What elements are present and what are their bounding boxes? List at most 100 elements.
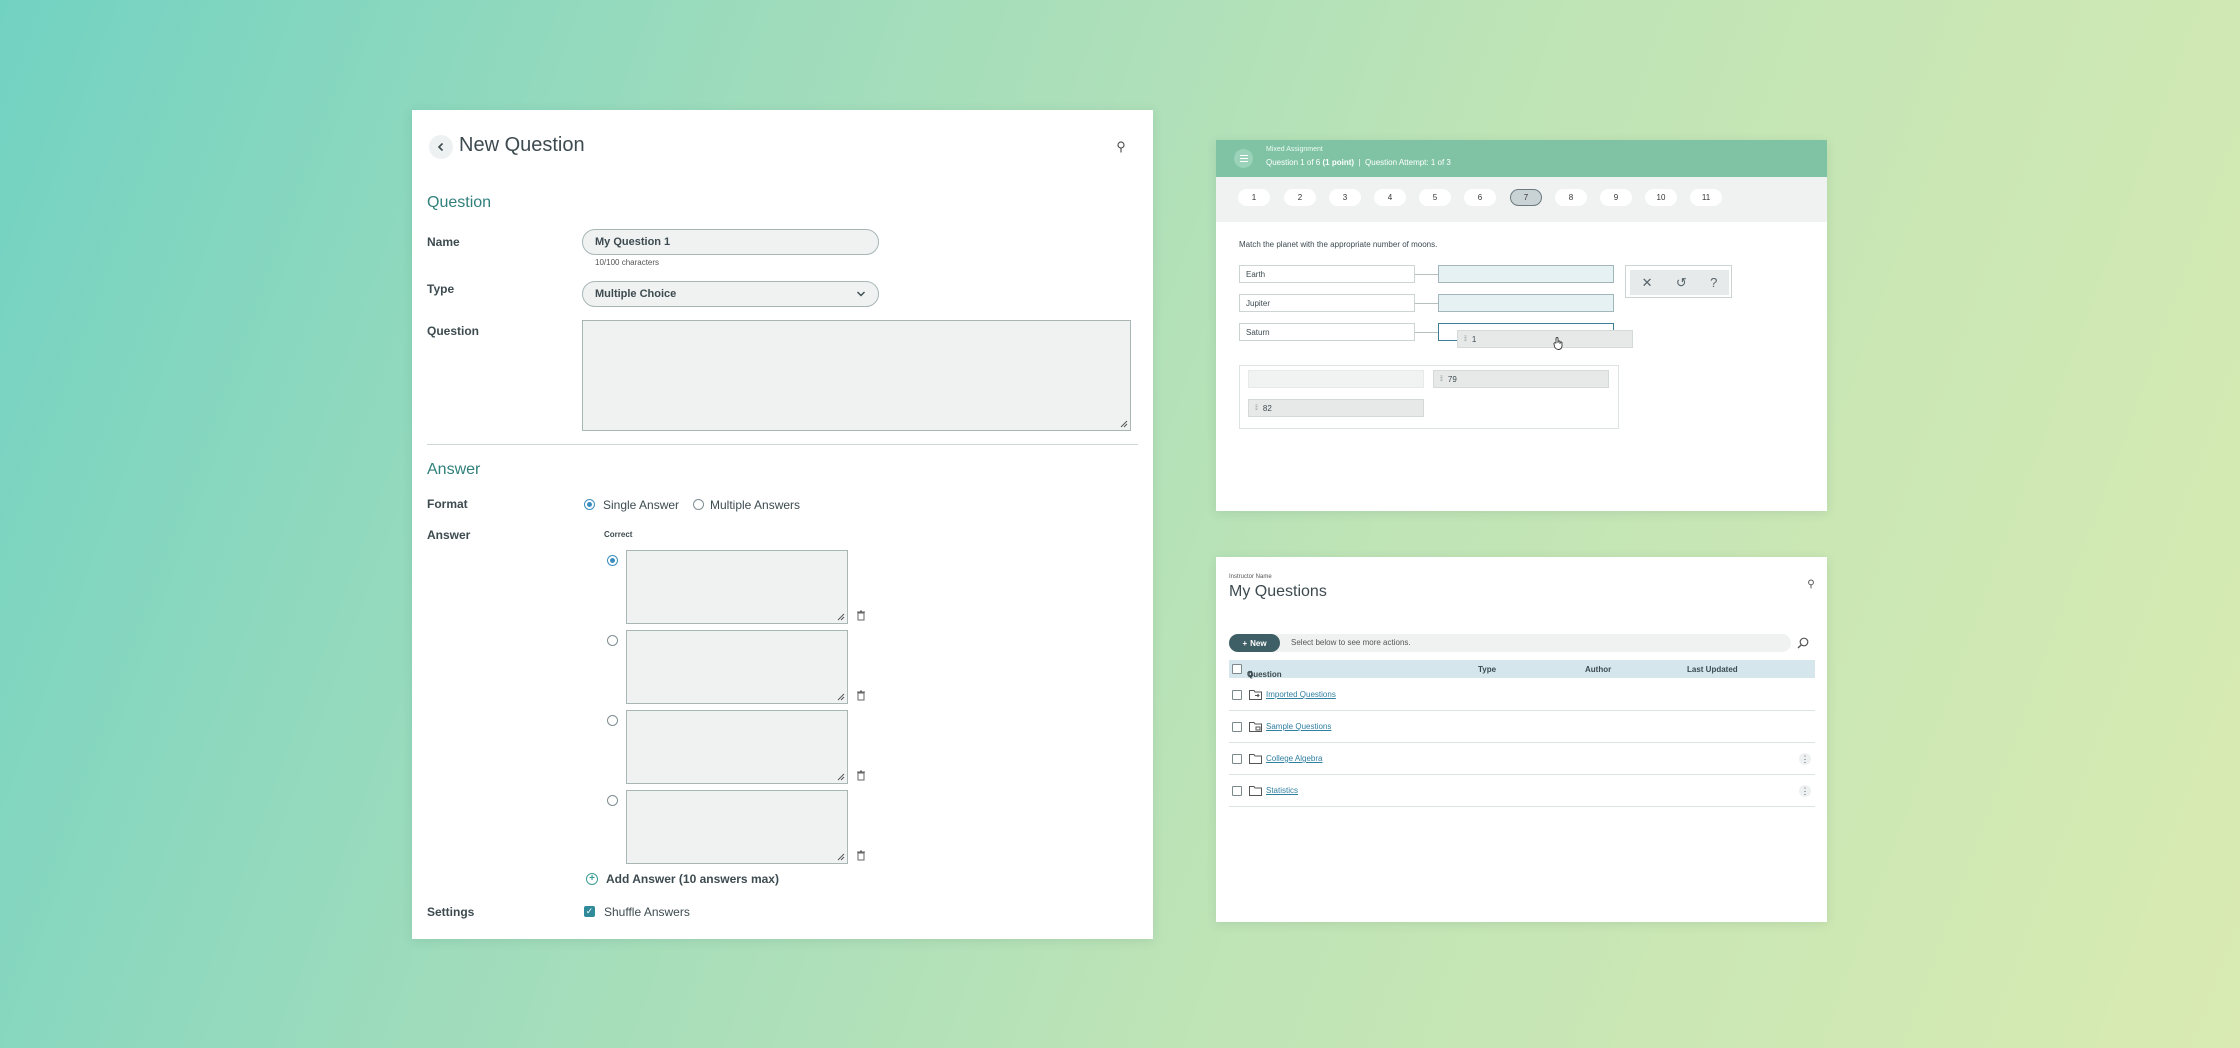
toolbox-inner: ✕ ↺ ?	[1630, 270, 1729, 295]
settings-label: Settings	[427, 905, 475, 919]
pin-icon	[1117, 141, 1125, 153]
row-link[interactable]: Imported Questions	[1266, 690, 1336, 699]
my-questions-panel: Instructor Name My Questions + New Selec…	[1216, 557, 1827, 922]
assignment-subtitle: Question 1 of 6 (1 point) | Question Att…	[1266, 158, 1451, 167]
question-pill[interactable]: 8	[1555, 189, 1587, 206]
question-pill[interactable]: 11	[1690, 189, 1722, 206]
resize-handle-icon[interactable]	[1120, 420, 1128, 428]
row-checkbox[interactable]	[1232, 786, 1242, 796]
row-checkbox[interactable]	[1232, 690, 1242, 700]
row-menu-button[interactable]: ⋮	[1799, 753, 1811, 765]
assignment-header: Mixed Assignment Question 1 of 6 (1 poin…	[1216, 140, 1827, 177]
actions-hint: Select below to see more actions.	[1291, 638, 1411, 647]
name-input[interactable]: My Question 1	[582, 229, 879, 255]
dragging-answer-chip[interactable]: ⁞⁞ 1	[1457, 330, 1633, 348]
format-single-radio[interactable]	[584, 499, 595, 510]
row-checkbox[interactable]	[1232, 722, 1242, 732]
answer-chip[interactable]: ⁞⁞ 82	[1248, 399, 1424, 417]
row-link[interactable]: Statistics	[1266, 786, 1298, 795]
hand-cursor-icon	[1553, 337, 1563, 350]
drag-handle-icon: ⁞⁞	[1464, 335, 1467, 343]
table-row[interactable]: Statistics ⋮	[1229, 775, 1815, 807]
row-checkbox[interactable]	[1232, 754, 1242, 764]
correct-column-label: Correct	[604, 530, 633, 539]
table-row[interactable]: College Algebra ⋮	[1229, 743, 1815, 775]
answer-correct-radio[interactable]	[607, 635, 618, 646]
new-button[interactable]: + New	[1229, 634, 1280, 652]
close-icon[interactable]: ✕	[1642, 275, 1653, 291]
question-pill[interactable]: 9	[1600, 189, 1632, 206]
answer-section-title: Answer	[427, 461, 481, 478]
page-title: My Questions	[1229, 583, 1327, 600]
question-pill[interactable]: 1	[1238, 189, 1270, 206]
pin-button[interactable]	[1114, 140, 1128, 154]
new-question-panel: New Question Question Name My Question 1…	[412, 110, 1153, 939]
menu-icon-line	[1239, 155, 1248, 156]
type-select[interactable]: Multiple Choice	[582, 281, 879, 307]
type-label: Type	[427, 282, 455, 296]
planet-label: Saturn	[1239, 323, 1415, 341]
question-pill[interactable]: 10	[1645, 189, 1677, 206]
folder-import-icon	[1249, 690, 1262, 700]
select-all-checkbox[interactable]	[1232, 664, 1242, 674]
answer-textarea[interactable]	[626, 710, 848, 784]
trash-icon[interactable]	[856, 770, 866, 781]
question-pill-current[interactable]: 7	[1510, 189, 1542, 206]
trash-icon[interactable]	[856, 850, 866, 861]
answer-textarea[interactable]	[626, 790, 848, 864]
menu-button[interactable]	[1234, 149, 1253, 168]
connector-line	[1415, 274, 1438, 275]
search-icon[interactable]	[1797, 637, 1809, 649]
row-link[interactable]: Sample Questions	[1266, 722, 1331, 731]
resize-handle-icon[interactable]	[837, 853, 845, 861]
answer-textarea[interactable]	[626, 630, 848, 704]
row-menu-button[interactable]: ⋮	[1799, 785, 1811, 797]
shuffle-checkbox[interactable]: ✓	[584, 906, 595, 917]
question-prompt: Match the planet with the appropriate nu…	[1239, 240, 1438, 249]
menu-icon-line	[1239, 158, 1248, 159]
back-button[interactable]	[429, 135, 453, 159]
drop-target[interactable]	[1438, 265, 1614, 283]
answer-correct-radio[interactable]	[607, 715, 618, 726]
instructor-name: Instructor Name	[1229, 574, 1272, 580]
format-multiple-radio[interactable]	[693, 499, 704, 510]
drop-target[interactable]	[1438, 294, 1614, 312]
question-pill[interactable]: 3	[1329, 189, 1361, 206]
answer-textarea[interactable]	[626, 550, 848, 624]
folder-lock-icon	[1249, 722, 1262, 732]
question-textarea[interactable]	[582, 320, 1131, 431]
chip-value: 82	[1262, 403, 1272, 413]
answer-correct-radio[interactable]	[607, 555, 618, 566]
pin-icon	[1808, 579, 1814, 589]
question-pill[interactable]: 5	[1419, 189, 1451, 206]
column-header-type[interactable]: Type	[1478, 665, 1496, 674]
help-icon[interactable]: ?	[1710, 275, 1717, 290]
chevron-left-icon	[437, 142, 444, 152]
add-answer-label: Add Answer (10 answers max)	[606, 872, 779, 886]
undo-icon[interactable]: ↺	[1676, 275, 1687, 291]
name-label: Name	[427, 235, 460, 249]
name-char-count: 10/100 characters	[595, 258, 660, 267]
assignment-title: Mixed Assignment	[1266, 146, 1323, 153]
table-row[interactable]: Sample Questions	[1229, 711, 1815, 743]
column-header-last-updated[interactable]: Last Updated	[1687, 665, 1738, 674]
chevron-down-icon	[857, 291, 865, 297]
connector-line	[1415, 303, 1438, 304]
answer-correct-radio[interactable]	[607, 795, 618, 806]
trash-icon[interactable]	[856, 610, 866, 621]
trash-icon[interactable]	[856, 690, 866, 701]
question-pill[interactable]: 2	[1284, 189, 1316, 206]
table-row[interactable]: Imported Questions	[1229, 679, 1815, 711]
resize-handle-icon[interactable]	[837, 773, 845, 781]
question-pill[interactable]: 6	[1464, 189, 1496, 206]
pin-button[interactable]	[1804, 577, 1818, 591]
question-pill[interactable]: 4	[1374, 189, 1406, 206]
row-link[interactable]: College Algebra	[1266, 754, 1322, 763]
resize-handle-icon[interactable]	[837, 613, 845, 621]
add-answer-button[interactable]: + Add Answer (10 answers max)	[586, 872, 779, 886]
answer-chip[interactable]: ⁞⁞ 79	[1433, 370, 1609, 388]
resize-handle-icon[interactable]	[837, 693, 845, 701]
question-attempt: Question Attempt: 1 of 3	[1365, 158, 1451, 167]
column-header-author[interactable]: Author	[1585, 665, 1611, 674]
actions-bar: + New Select below to see more actions.	[1229, 634, 1791, 652]
